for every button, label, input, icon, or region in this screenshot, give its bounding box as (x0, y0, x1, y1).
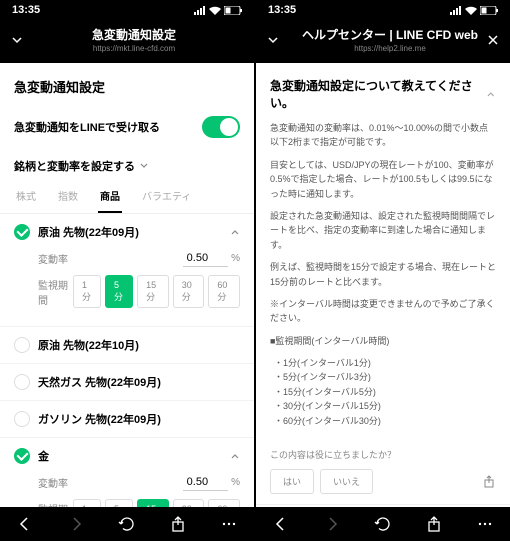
rate-input[interactable]: 0.50 (183, 474, 228, 491)
instrument-item: 原油 先物(22年10月) (0, 327, 254, 364)
reload-icon[interactable] (118, 515, 136, 533)
browser-toolbar (256, 507, 510, 541)
chip-1min[interactable]: 1分 (73, 499, 101, 507)
chevron-down-icon (139, 161, 149, 171)
share-icon[interactable] (482, 475, 496, 489)
checkbox[interactable] (14, 374, 30, 390)
status-time: 13:35 (268, 4, 296, 16)
chip-60min[interactable]: 60分 (208, 275, 240, 308)
chip-1min[interactable]: 1分 (73, 275, 101, 308)
period-chips: 1分 5分 15分 30分 60分 (73, 275, 240, 308)
chip-30min[interactable]: 30分 (173, 275, 205, 308)
header-title: ヘルプセンター | LINE CFD web (280, 26, 500, 43)
checkbox[interactable] (14, 411, 30, 427)
period-chips: 1分 5分 15分 30分 60分 (73, 499, 240, 507)
item-head[interactable]: 金 (0, 438, 254, 474)
back-icon[interactable] (16, 515, 34, 533)
item-name: ガソリン 先物(22年09月) (38, 411, 240, 427)
chevron-up-icon[interactable] (230, 227, 240, 237)
item-head[interactable]: 天然ガス 先物(22年09月) (0, 364, 254, 400)
left-phone: 13:35 急変動通知設定 https://mkt.line-cfd.com 急… (0, 0, 254, 541)
battery-icon (480, 6, 498, 15)
item-head[interactable]: 原油 先物(22年10月) (0, 327, 254, 363)
status-bar: 13:35 (256, 0, 510, 20)
faq-answer: 急変動通知の変動率は、0.01%〜10.00%の間で小数点以下2桁まで指定が可能… (256, 121, 510, 428)
share-icon[interactable] (425, 515, 443, 533)
menu-icon[interactable] (220, 515, 238, 533)
status-icons (194, 6, 242, 15)
checkbox[interactable] (14, 448, 30, 464)
instrument-item: 天然ガス 先物(22年09月) (0, 364, 254, 401)
item-name: 天然ガス 先物(22年09月) (38, 374, 240, 390)
app-header: ヘルプセンター | LINE CFD web https://help2.lin… (256, 20, 510, 63)
page-title: 急変動通知設定 (0, 63, 254, 106)
tab-index[interactable]: 指数 (56, 180, 80, 213)
instrument-item: 原油 先物(22年09月) 変動率 0.50% 監視期間 1分 5分 15分 3… (0, 214, 254, 327)
help-content: 急変動通知設定について教えてください。 急変動通知の変動率は、0.01%〜10.… (256, 63, 510, 507)
checkbox[interactable] (14, 224, 30, 240)
forward-icon[interactable] (323, 515, 341, 533)
chip-30min[interactable]: 30分 (173, 499, 205, 507)
item-name: 原油 先物(22年09月) (38, 224, 222, 240)
tabs: 株式 指数 商品 バラエティ (0, 180, 254, 214)
tab-stock[interactable]: 株式 (14, 180, 38, 213)
signal-icon (450, 6, 462, 15)
chevron-down-icon[interactable] (266, 33, 280, 47)
config-header[interactable]: 銘柄と変動率を設定する (0, 148, 254, 180)
header-title: 急変動通知設定 (24, 26, 244, 43)
feedback-yes-button[interactable]: はい (270, 469, 314, 494)
receive-label: 急変動通知をLINEで受け取る (14, 119, 160, 135)
feedback-section: この内容は役に立ちましたか？ はい いいえ (256, 438, 510, 504)
chevron-up-icon (486, 89, 496, 99)
chip-15min[interactable]: 15分 (137, 275, 169, 308)
reload-icon[interactable] (374, 515, 392, 533)
tab-variety[interactable]: バラエティ (140, 180, 193, 213)
wifi-icon (209, 6, 221, 15)
chip-5min[interactable]: 5分 (105, 275, 133, 308)
receive-toggle-row: 急変動通知をLINEで受け取る (0, 106, 254, 148)
right-phone: 13:35 ヘルプセンター | LINE CFD web https://hel… (256, 0, 510, 541)
item-name: 金 (38, 448, 222, 464)
browser-toolbar (0, 507, 254, 541)
rate-input[interactable]: 0.50 (183, 250, 228, 267)
receive-toggle[interactable] (202, 116, 240, 138)
signal-icon (194, 6, 206, 15)
item-head[interactable]: ガソリン 先物(22年09月) (0, 401, 254, 437)
close-icon[interactable] (486, 33, 500, 47)
status-time: 13:35 (12, 4, 40, 16)
chip-60min[interactable]: 60分 (208, 499, 240, 507)
rate-label: 変動率 (38, 475, 68, 490)
chevron-up-icon[interactable] (230, 451, 240, 461)
header-url: https://help2.line.me (280, 44, 500, 53)
period-label: 監視期間 (38, 277, 73, 307)
feedback-no-button[interactable]: いいえ (320, 469, 373, 494)
instrument-item: 金 変動率 0.50% 監視期間 1分 5分 15分 30分 60分 (0, 438, 254, 507)
status-bar: 13:35 (0, 0, 254, 20)
wifi-icon (465, 6, 477, 15)
forward-icon[interactable] (67, 515, 85, 533)
chip-15min[interactable]: 15分 (137, 499, 169, 507)
checkbox[interactable] (14, 337, 30, 353)
item-head[interactable]: 原油 先物(22年09月) (0, 214, 254, 250)
main-content: 急変動通知設定 急変動通知をLINEで受け取る 銘柄と変動率を設定する 株式 指… (0, 63, 254, 507)
rate-label: 変動率 (38, 251, 68, 266)
back-icon[interactable] (272, 515, 290, 533)
tab-commodity[interactable]: 商品 (98, 180, 122, 213)
battery-icon (224, 6, 242, 15)
chip-5min[interactable]: 5分 (105, 499, 133, 507)
share-icon[interactable] (169, 515, 187, 533)
header-url: https://mkt.line-cfd.com (24, 44, 244, 53)
item-name: 原油 先物(22年10月) (38, 337, 240, 353)
app-header: 急変動通知設定 https://mkt.line-cfd.com (0, 20, 254, 63)
instrument-item: ガソリン 先物(22年09月) (0, 401, 254, 438)
status-icons (450, 6, 498, 15)
faq-question-title[interactable]: 急変動通知設定について教えてください。 (256, 63, 510, 121)
chevron-down-icon[interactable] (10, 33, 24, 47)
menu-icon[interactable] (476, 515, 494, 533)
feedback-question: この内容は役に立ちましたか？ (270, 448, 496, 461)
